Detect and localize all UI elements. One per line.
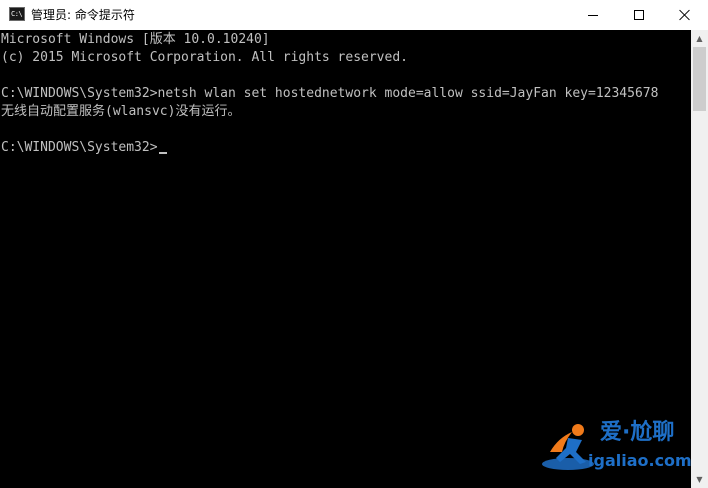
chevron-up-icon: ▲ (696, 34, 703, 43)
scrollbar-thumb[interactable] (693, 47, 706, 111)
minimize-icon (588, 14, 598, 16)
site-watermark: 爱·尬聊 igaliao.com (538, 418, 700, 478)
cmd-icon[interactable]: C:\ (9, 7, 25, 21)
console-prompt: C:\WINDOWS\System32> (1, 140, 158, 155)
console-line-error: 无线自动配置服务(wlansvc)没有运行。 (1, 104, 241, 119)
cmd-icon-glyph: C:\ (11, 9, 23, 18)
close-button[interactable] (662, 0, 708, 30)
window-title: 管理员: 命令提示符 (31, 8, 135, 22)
watermark-domain: igaliao.com (588, 451, 692, 470)
console-prompt-line[interactable]: C:\WINDOWS\System32> (1, 139, 167, 157)
maximize-button[interactable] (616, 0, 662, 30)
console-line-version: Microsoft Windows [版本 10.0.10240] (1, 32, 270, 47)
scroll-up-button[interactable]: ▲ (691, 30, 708, 47)
title-bar[interactable]: C:\ 管理员: 命令提示符 (0, 0, 708, 30)
command-prompt-window: C:\ 管理员: 命令提示符 Microsoft Windows [版本 10.… (0, 0, 708, 488)
text-cursor (158, 152, 167, 154)
console-line-copyright: (c) 2015 Microsoft Corporation. All righ… (1, 50, 408, 65)
watermark-title: 爱·尬聊 (600, 420, 675, 445)
maximize-icon (634, 10, 644, 20)
console-line-command: C:\WINDOWS\System32>netsh wlan set hoste… (1, 86, 659, 101)
close-icon (679, 9, 691, 21)
minimize-button[interactable] (570, 0, 616, 30)
